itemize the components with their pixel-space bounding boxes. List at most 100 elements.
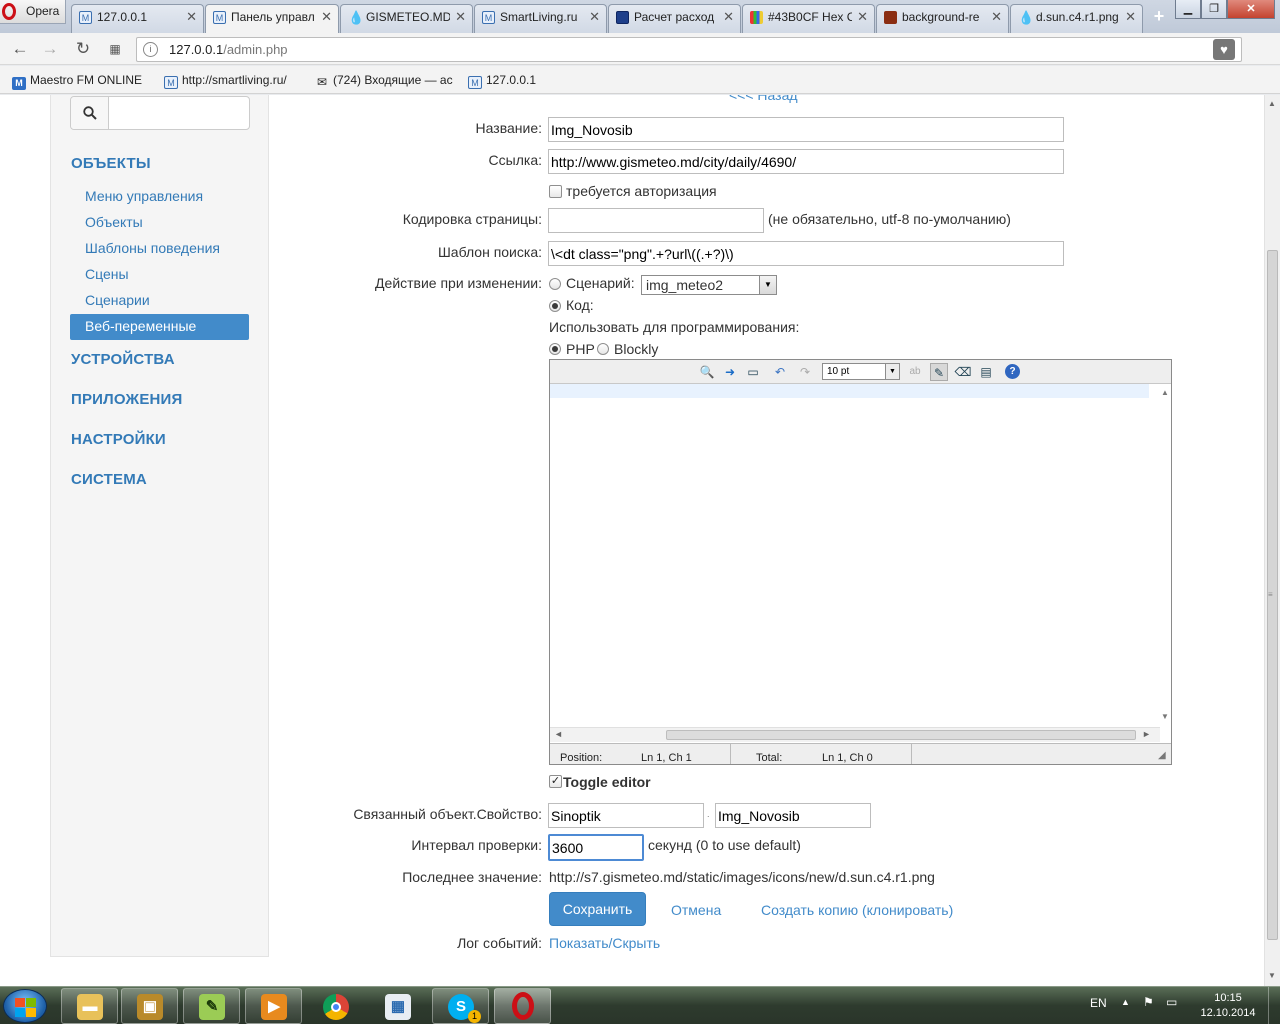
forward-button[interactable]: → bbox=[39, 38, 61, 60]
scroll-up-icon[interactable]: ▲ bbox=[1161, 388, 1169, 397]
tab-smartliving[interactable]: M SmartLiving.ru ✕ bbox=[474, 4, 607, 33]
bookmark-localhost[interactable]: M 127.0.0.1 bbox=[468, 73, 536, 89]
close-icon[interactable]: ✕ bbox=[723, 9, 734, 25]
tab-background[interactable]: background-re ✕ bbox=[876, 4, 1009, 33]
maximize-button[interactable]: ❐ bbox=[1201, 0, 1227, 19]
bookmark-inbox[interactable]: ✉ (724) Входящие — ас bbox=[315, 73, 453, 89]
taskbar-explorer[interactable]: ▬ bbox=[61, 988, 118, 1024]
site-info-icon[interactable]: i bbox=[143, 42, 158, 57]
help-icon[interactable]: ? bbox=[1005, 364, 1020, 379]
opera-menu-button[interactable]: Opera bbox=[0, 0, 66, 24]
taskbar-opera[interactable] bbox=[494, 988, 551, 1024]
linked-property-input[interactable] bbox=[715, 803, 871, 828]
editor-horizontal-scrollbar[interactable]: ◄ ► bbox=[550, 727, 1160, 742]
interval-input[interactable] bbox=[548, 834, 644, 861]
editor-vertical-scrollbar[interactable]: ▲ ▼ bbox=[1160, 384, 1171, 727]
toggle-editor-checkbox[interactable]: ✓ bbox=[549, 775, 562, 788]
nav-section-objects[interactable]: ОБЪЕКТЫ bbox=[71, 155, 151, 172]
word-wrap-icon[interactable]: ▤ bbox=[977, 363, 995, 381]
close-icon[interactable]: ✕ bbox=[1125, 9, 1136, 25]
scrollbar-thumb[interactable] bbox=[666, 730, 1136, 740]
taskbar-skype[interactable]: S1 bbox=[432, 988, 489, 1024]
goto-line-icon[interactable]: ➜ bbox=[721, 363, 739, 381]
script-select[interactable]: img_meteo2 ▼ bbox=[641, 275, 777, 295]
new-tab-button[interactable]: + bbox=[1148, 7, 1170, 26]
code-radio[interactable] bbox=[549, 300, 561, 312]
save-button[interactable]: Сохранить bbox=[549, 892, 646, 926]
scroll-down-icon[interactable]: ▼ bbox=[1268, 971, 1276, 980]
nav-item-objects[interactable]: Объекты bbox=[70, 210, 249, 236]
bookmark-maestro[interactable]: M Maestro FM ONLINE bbox=[12, 73, 142, 90]
taskbar-notepad-plus[interactable]: ✎ bbox=[183, 988, 240, 1024]
nav-item-web-variables[interactable]: Веб-переменные bbox=[70, 314, 249, 340]
tab-hex-color[interactable]: #43B0CF Hex C ✕ bbox=[742, 4, 875, 33]
nav-section-apps[interactable]: ПРИЛОЖЕНИЯ bbox=[71, 391, 183, 408]
linked-object-input[interactable] bbox=[548, 803, 704, 828]
close-icon[interactable]: ✕ bbox=[857, 9, 868, 25]
scroll-right-icon[interactable]: ► bbox=[1142, 729, 1151, 739]
auth-checkbox[interactable] bbox=[549, 185, 562, 198]
language-indicator[interactable]: EN bbox=[1090, 996, 1107, 1010]
tab-sun-png[interactable]: 💧 d.sun.c4.r1.png ✕ bbox=[1010, 4, 1143, 33]
nav-item-scripts[interactable]: Сценарии bbox=[70, 288, 249, 314]
scroll-down-icon[interactable]: ▼ bbox=[1161, 712, 1169, 721]
clone-link[interactable]: Создать копию (клонировать) bbox=[761, 902, 953, 918]
back-link[interactable]: <<< Назад bbox=[729, 95, 798, 103]
pattern-input[interactable] bbox=[548, 241, 1064, 266]
cancel-link[interactable]: Отмена bbox=[671, 902, 721, 918]
php-radio[interactable] bbox=[549, 343, 561, 355]
font-size-select[interactable]: 10 pt ▼ bbox=[822, 363, 900, 380]
blockly-radio[interactable] bbox=[597, 343, 609, 355]
flag-icon[interactable]: ⚑ bbox=[1143, 995, 1154, 1009]
scroll-left-icon[interactable]: ◄ bbox=[554, 729, 563, 739]
editor-text-area[interactable] bbox=[550, 384, 1160, 727]
search-input[interactable] bbox=[110, 97, 249, 129]
log-toggle-link[interactable]: Показать/Скрыть bbox=[549, 935, 660, 951]
highlight-icon[interactable]: ✎ bbox=[930, 363, 948, 381]
nav-section-settings[interactable]: НАСТРОЙКИ bbox=[71, 431, 166, 448]
start-button[interactable] bbox=[3, 989, 47, 1023]
close-icon[interactable]: ✕ bbox=[589, 9, 600, 25]
nav-section-system[interactable]: СИСТЕМА bbox=[71, 471, 147, 488]
tab-admin-panel[interactable]: M Панель управл ✕ bbox=[205, 4, 339, 34]
tab-gismeteo[interactable]: 💧 GISMETEO.MD ✕ bbox=[340, 4, 473, 33]
close-icon[interactable]: ✕ bbox=[186, 9, 197, 25]
taskbar-archiver[interactable]: ▣ bbox=[121, 988, 178, 1024]
network-icon[interactable]: ▭ bbox=[1166, 995, 1177, 1009]
reload-button[interactable]: ↻ bbox=[72, 38, 94, 60]
url-field[interactable] bbox=[548, 149, 1064, 174]
page-vertical-scrollbar[interactable]: ▲ ≡ ▼ bbox=[1264, 95, 1280, 986]
find-icon[interactable]: 🔍 bbox=[698, 363, 716, 381]
nav-item-control-menu[interactable]: Меню управления bbox=[70, 184, 249, 210]
resize-grip-icon[interactable]: ◢ bbox=[1158, 750, 1166, 761]
name-input[interactable] bbox=[548, 117, 1064, 142]
encoding-input[interactable] bbox=[548, 208, 764, 233]
clock[interactable]: 10:15 12.10.2014 bbox=[1196, 991, 1260, 1021]
nav-item-scenes[interactable]: Сцены bbox=[70, 262, 249, 288]
taskbar-media-player[interactable]: ▶ bbox=[245, 988, 302, 1024]
scroll-up-icon[interactable]: ▲ bbox=[1268, 99, 1276, 108]
taskbar-document-app[interactable]: ▦ bbox=[369, 988, 426, 1024]
reset-highlight-icon[interactable]: ⌫ bbox=[954, 363, 972, 381]
close-window-button[interactable]: ✕ bbox=[1227, 0, 1275, 19]
show-desktop-button[interactable] bbox=[1268, 987, 1280, 1024]
url-input[interactable]: i 127.0.0.1/admin.php ♥ bbox=[136, 37, 1242, 62]
nav-item-behavior-templates[interactable]: Шаблоны поведения bbox=[70, 236, 249, 262]
script-radio[interactable] bbox=[549, 278, 561, 290]
back-button[interactable]: ← bbox=[9, 38, 31, 60]
redo-icon[interactable]: ↷ bbox=[796, 363, 814, 381]
speed-dial-grid-icon[interactable]: ▦ bbox=[104, 38, 126, 60]
fullscreen-icon[interactable]: ▭ bbox=[744, 363, 762, 381]
close-icon[interactable]: ✕ bbox=[321, 9, 332, 25]
tab-127-0-0-1[interactable]: M 127.0.0.1 ✕ bbox=[71, 4, 204, 33]
heart-icon[interactable]: ♥ bbox=[1213, 39, 1235, 60]
spellcheck-icon[interactable]: ab bbox=[906, 363, 924, 381]
tray-expand-icon[interactable]: ▲ bbox=[1121, 997, 1130, 1007]
minimize-button[interactable]: ▁ bbox=[1175, 0, 1201, 19]
taskbar-chrome[interactable] bbox=[307, 988, 364, 1024]
nav-section-devices[interactable]: УСТРОЙСТВА bbox=[71, 351, 175, 368]
undo-icon[interactable]: ↶ bbox=[771, 363, 789, 381]
bookmark-smartliving[interactable]: Mhttp://smartliving.ru/ bbox=[164, 73, 287, 89]
tab-raschet[interactable]: Расчет расход ✕ bbox=[608, 4, 741, 33]
search-button[interactable] bbox=[71, 97, 109, 129]
